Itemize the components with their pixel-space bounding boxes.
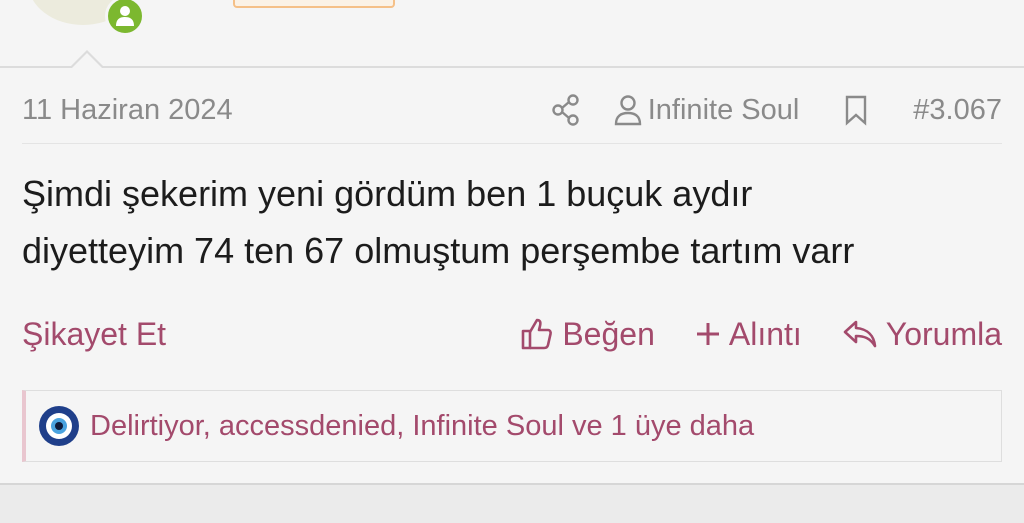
post-author[interactable]: Infinite Soul bbox=[614, 93, 800, 127]
share-icon[interactable] bbox=[548, 92, 584, 128]
user-icon bbox=[614, 95, 641, 126]
report-link[interactable]: Şikayet Et bbox=[22, 316, 480, 353]
post-text-line: Şimdi şekerim yeni gördüm ben 1 buçuk ay… bbox=[22, 173, 753, 214]
post-number[interactable]: #3.067 bbox=[913, 94, 1002, 127]
reply-label: Yorumla bbox=[885, 315, 1002, 352]
thumbs-up-icon bbox=[522, 318, 553, 350]
post-header-area bbox=[0, 0, 1024, 66]
divider bbox=[22, 143, 1002, 144]
post-date[interactable]: 11 Haziran 2024 bbox=[22, 94, 548, 127]
quote-label: Alıntı bbox=[728, 315, 802, 352]
post-text-line: diyetteyim 74 ten 67 olmuştum perşembe t… bbox=[22, 230, 855, 271]
reply-icon bbox=[843, 320, 877, 348]
evil-eye-icon bbox=[39, 406, 79, 446]
online-user-icon bbox=[105, 0, 145, 36]
quote-button[interactable]: Alıntı bbox=[695, 316, 802, 353]
next-post-area bbox=[0, 485, 1024, 523]
message-pointer-inner bbox=[72, 53, 102, 68]
post-meta: 11 Haziran 2024 Infinite Soul #3.067 bbox=[22, 88, 1002, 132]
author-name: Infinite Soul bbox=[647, 93, 800, 126]
reactions-bar[interactable]: Delirtiyor, accessdenied, Infinite Soul … bbox=[22, 390, 1002, 462]
like-label: Beğen bbox=[562, 315, 655, 352]
reply-button[interactable]: Yorumla bbox=[842, 316, 1002, 353]
post-actions: Şikayet Et Beğen Alıntı Yorumla bbox=[22, 311, 1002, 357]
user-title-badge bbox=[233, 0, 395, 8]
reactions-text[interactable]: Delirtiyor, accessdenied, Infinite Soul … bbox=[90, 410, 754, 443]
bookmark-icon[interactable] bbox=[841, 92, 871, 128]
plus-icon bbox=[696, 323, 719, 345]
like-button[interactable]: Beğen bbox=[520, 316, 655, 353]
divider bbox=[0, 66, 1024, 68]
post-body: Şimdi şekerim yeni gördüm ben 1 buçuk ay… bbox=[22, 165, 1002, 279]
